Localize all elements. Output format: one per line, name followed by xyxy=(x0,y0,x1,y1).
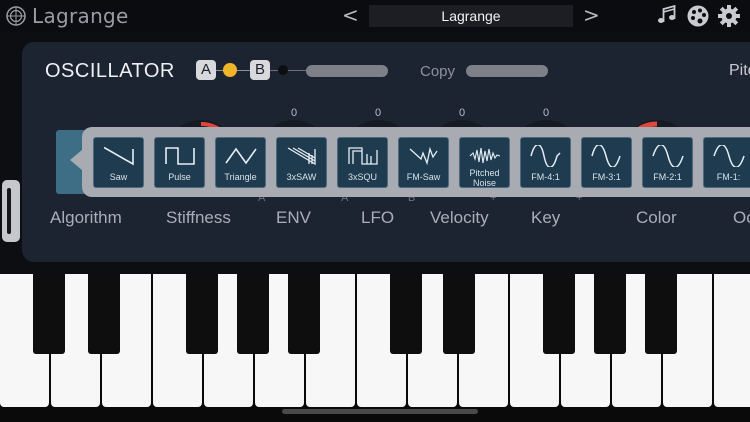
waveform-label: FM-3:1 xyxy=(592,172,621,182)
lfo-value: 0 xyxy=(374,107,382,119)
waveform-triangle-button[interactable]: Triangle xyxy=(215,137,266,188)
black-key[interactable] xyxy=(543,274,575,354)
fm-sine-icon xyxy=(652,145,684,167)
black-key[interactable] xyxy=(443,274,475,354)
oscillator-b-button[interactable]: B xyxy=(250,60,270,80)
velocity-value: 0 xyxy=(458,107,466,119)
fm-saw-icon xyxy=(409,146,438,166)
waveform-label: FM-2:1 xyxy=(653,172,682,182)
top-bar: Lagrange < Lagrange > xyxy=(0,0,750,32)
oscillator-a-button[interactable]: A xyxy=(196,60,216,80)
waveform-label: 3xSAW xyxy=(286,172,317,182)
fm-sine-icon xyxy=(591,145,621,167)
pitched-noise-icon xyxy=(469,147,501,164)
music-notes-icon[interactable] xyxy=(655,4,679,28)
env-label: ENV xyxy=(276,208,311,227)
gear-icon[interactable] xyxy=(717,4,741,28)
palette-icon[interactable] xyxy=(686,4,710,28)
pulse-wave-icon xyxy=(165,147,195,165)
waveform-3xsqu-button[interactable]: 3xSQU xyxy=(337,137,388,188)
waveform-pulse-button[interactable]: Pulse xyxy=(154,137,205,188)
triangle-wave-icon xyxy=(225,147,257,165)
ab-connector-right xyxy=(269,70,309,71)
triple-square-icon xyxy=(348,147,378,165)
waveform-picker: Saw Pulse Triangle 3xSAW 3xSQU FM-Saw Pi… xyxy=(82,127,750,197)
fm-sine-icon xyxy=(530,145,561,167)
waveform-label: Saw xyxy=(109,172,128,182)
app-title: Lagrange xyxy=(32,4,129,28)
copy-label[interactable]: Copy xyxy=(420,63,455,80)
velocity-label: Velocity xyxy=(430,208,489,227)
fm-sine-icon xyxy=(713,145,745,167)
pitch-label: Pitc xyxy=(729,62,750,79)
black-key[interactable] xyxy=(186,274,218,354)
b-selector-dot[interactable] xyxy=(278,65,288,75)
black-key[interactable] xyxy=(88,274,120,354)
waveform-fm-saw-button[interactable]: FM-Saw xyxy=(398,137,449,188)
piano-keyboard xyxy=(0,274,750,422)
handle-grip xyxy=(7,188,11,234)
waveform-label: Triangle xyxy=(224,172,257,182)
black-key[interactable] xyxy=(594,274,626,354)
app-root: Lagrange < Lagrange > OSCILLATOR A B Cop… xyxy=(0,0,750,422)
white-key[interactable] xyxy=(714,274,750,407)
triple-saw-icon xyxy=(287,147,316,166)
oct-label: Oc xyxy=(733,208,750,227)
side-drawer-handle[interactable] xyxy=(2,180,20,242)
waveform-saw-button[interactable]: Saw xyxy=(93,137,144,188)
ab-mix-slider[interactable] xyxy=(306,65,388,77)
waveform-fm-4-1-button[interactable]: FM-4:1 xyxy=(520,137,571,188)
picker-pointer xyxy=(70,150,82,170)
algorithm-label: Algorithm xyxy=(50,208,122,227)
waveform-label: FM-1: xyxy=(716,172,741,182)
waveform-fm-2-1-button[interactable]: FM-2:1 xyxy=(642,137,693,188)
oscillator-title: OSCILLATOR xyxy=(45,60,175,82)
waveform-3xsaw-button[interactable]: 3xSAW xyxy=(276,137,327,188)
logo-icon xyxy=(6,6,26,26)
color-label: Color xyxy=(636,208,677,227)
key-label: Key xyxy=(531,208,561,227)
black-key[interactable] xyxy=(288,274,320,354)
waveform-fm-1-button[interactable]: FM-1: xyxy=(703,137,750,188)
previous-preset-button[interactable]: < xyxy=(342,3,359,27)
waveform-label: FM-Saw xyxy=(406,172,441,182)
black-key[interactable] xyxy=(645,274,677,354)
env-value: 0 xyxy=(290,107,298,119)
waveform-label: Pitched Noise xyxy=(469,168,500,188)
saw-wave-icon xyxy=(104,146,134,166)
black-key[interactable] xyxy=(237,274,269,354)
waveform-label: 3xSQU xyxy=(347,172,377,182)
waveform-fm-3-1-button[interactable]: FM-3:1 xyxy=(581,137,632,188)
black-key[interactable] xyxy=(33,274,65,354)
lfo-label: LFO xyxy=(361,208,395,227)
black-key[interactable] xyxy=(390,274,422,354)
stiffness-label: Stiffness xyxy=(166,208,231,227)
key-value: 0 xyxy=(542,107,550,119)
waveform-label: FM-4:1 xyxy=(531,172,560,182)
preset-name[interactable]: Lagrange xyxy=(369,5,573,27)
ab-selector-dot[interactable] xyxy=(223,63,237,77)
home-indicator xyxy=(282,409,478,414)
copy-slider[interactable] xyxy=(466,65,548,77)
waveform-pitched-noise-button[interactable]: Pitched Noise xyxy=(459,137,510,188)
next-preset-button[interactable]: > xyxy=(583,3,600,27)
waveform-label: Pulse xyxy=(168,172,191,182)
